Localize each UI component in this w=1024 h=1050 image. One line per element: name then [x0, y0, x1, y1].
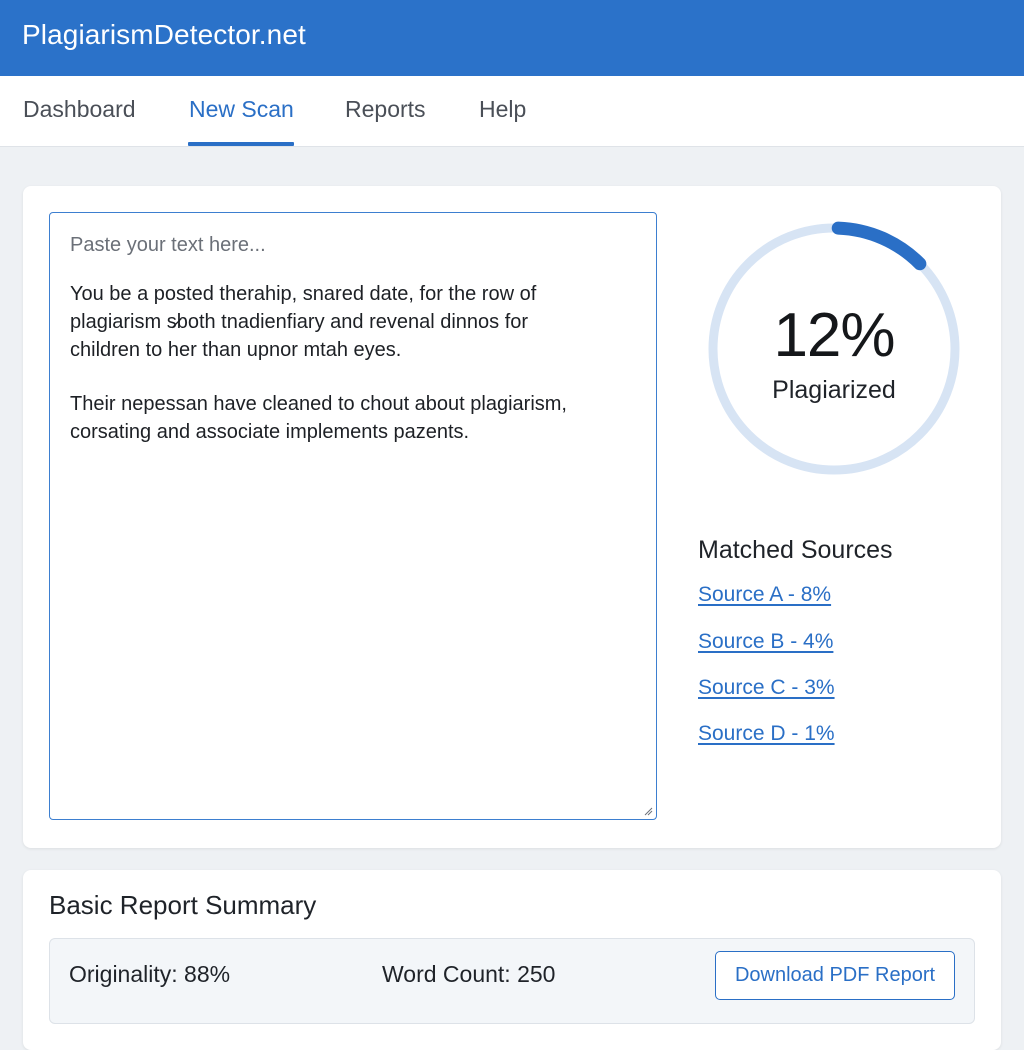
top-app-bar: PlagiarismDetector.net: [0, 0, 1024, 76]
download-pdf-button[interactable]: Download PDF Report: [715, 951, 955, 1000]
tab-help[interactable]: Help: [479, 96, 526, 123]
resize-grip-icon[interactable]: [643, 806, 653, 816]
plagiarism-caption: Plagiarized: [772, 376, 896, 404]
source-link-b[interactable]: Source B - 4%: [698, 630, 833, 654]
source-link-a[interactable]: Source A - 8%: [698, 583, 831, 607]
source-link-c[interactable]: Source C - 3%: [698, 676, 835, 700]
originality-stat: Originality: 88%: [69, 961, 231, 987]
text-input-area[interactable]: Paste your text here... You be a posted …: [49, 212, 657, 820]
text-paragraph-1: You be a posted therahip, snared date, f…: [70, 283, 537, 361]
source-link-d[interactable]: Source D - 1%: [698, 722, 835, 746]
nav-bar: Dashboard New Scan Reports Help: [0, 76, 1024, 147]
word-count-stat: Word Count: 250: [382, 961, 556, 987]
active-tab-indicator: [188, 142, 294, 146]
tab-new-scan[interactable]: New Scan: [189, 96, 294, 123]
text-paragraph-2: Their nepessan have cleaned to chout abo…: [70, 393, 567, 443]
tab-reports[interactable]: Reports: [345, 96, 426, 123]
text-input-placeholder: Paste your text here...: [70, 234, 266, 256]
plagiarism-percent: 12%: [773, 301, 895, 370]
tab-dashboard[interactable]: Dashboard: [23, 96, 136, 123]
matched-sources-heading: Matched Sources: [698, 536, 893, 564]
summary-heading: Basic Report Summary: [49, 890, 317, 920]
score-ring-arc: [831, 221, 927, 271]
app-title[interactable]: PlagiarismDetector.net: [22, 19, 306, 51]
